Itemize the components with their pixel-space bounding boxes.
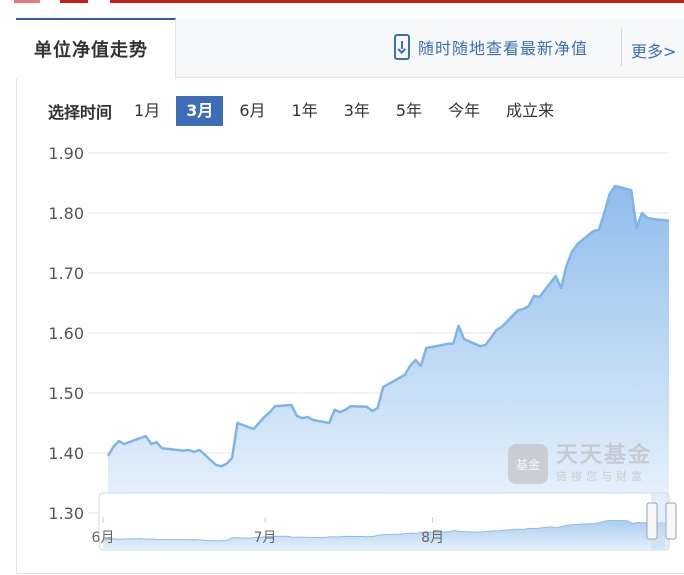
watermark: 基金 天天基金 链接您与财富 xyxy=(508,444,652,484)
y-tick-label: 1.70 xyxy=(48,264,84,283)
navigator-tick-label: 8月 xyxy=(421,530,444,546)
navigator-tick-label: 6月 xyxy=(92,530,115,546)
y-tick-label: 1.50 xyxy=(48,384,84,403)
navigator-handle-left[interactable] xyxy=(646,502,658,540)
navigator-handle-right[interactable] xyxy=(665,502,677,540)
y-tick-label: 1.60 xyxy=(48,324,84,343)
watermark-slogan: 链接您与财富 xyxy=(556,470,646,483)
y-tick-label: 1.90 xyxy=(48,144,84,163)
y-axis: 1.90 1.80 1.70 1.60 1.50 1.40 1.30 xyxy=(48,144,84,523)
navigator-tick-label: 7月 xyxy=(254,530,277,546)
y-tick-label: 1.30 xyxy=(48,504,84,523)
y-tick-label: 1.40 xyxy=(48,444,84,463)
watermark-name: 天天基金 xyxy=(556,443,653,468)
range-navigator[interactable]: 6月 7月 8月 xyxy=(92,492,677,551)
watermark-logo-icon: 基金 xyxy=(508,444,548,484)
nav-chart: 1.90 1.80 1.70 1.60 1.50 1.40 1.30 6月 7月 8月 xyxy=(48,144,677,551)
y-tick-label: 1.80 xyxy=(48,204,84,223)
